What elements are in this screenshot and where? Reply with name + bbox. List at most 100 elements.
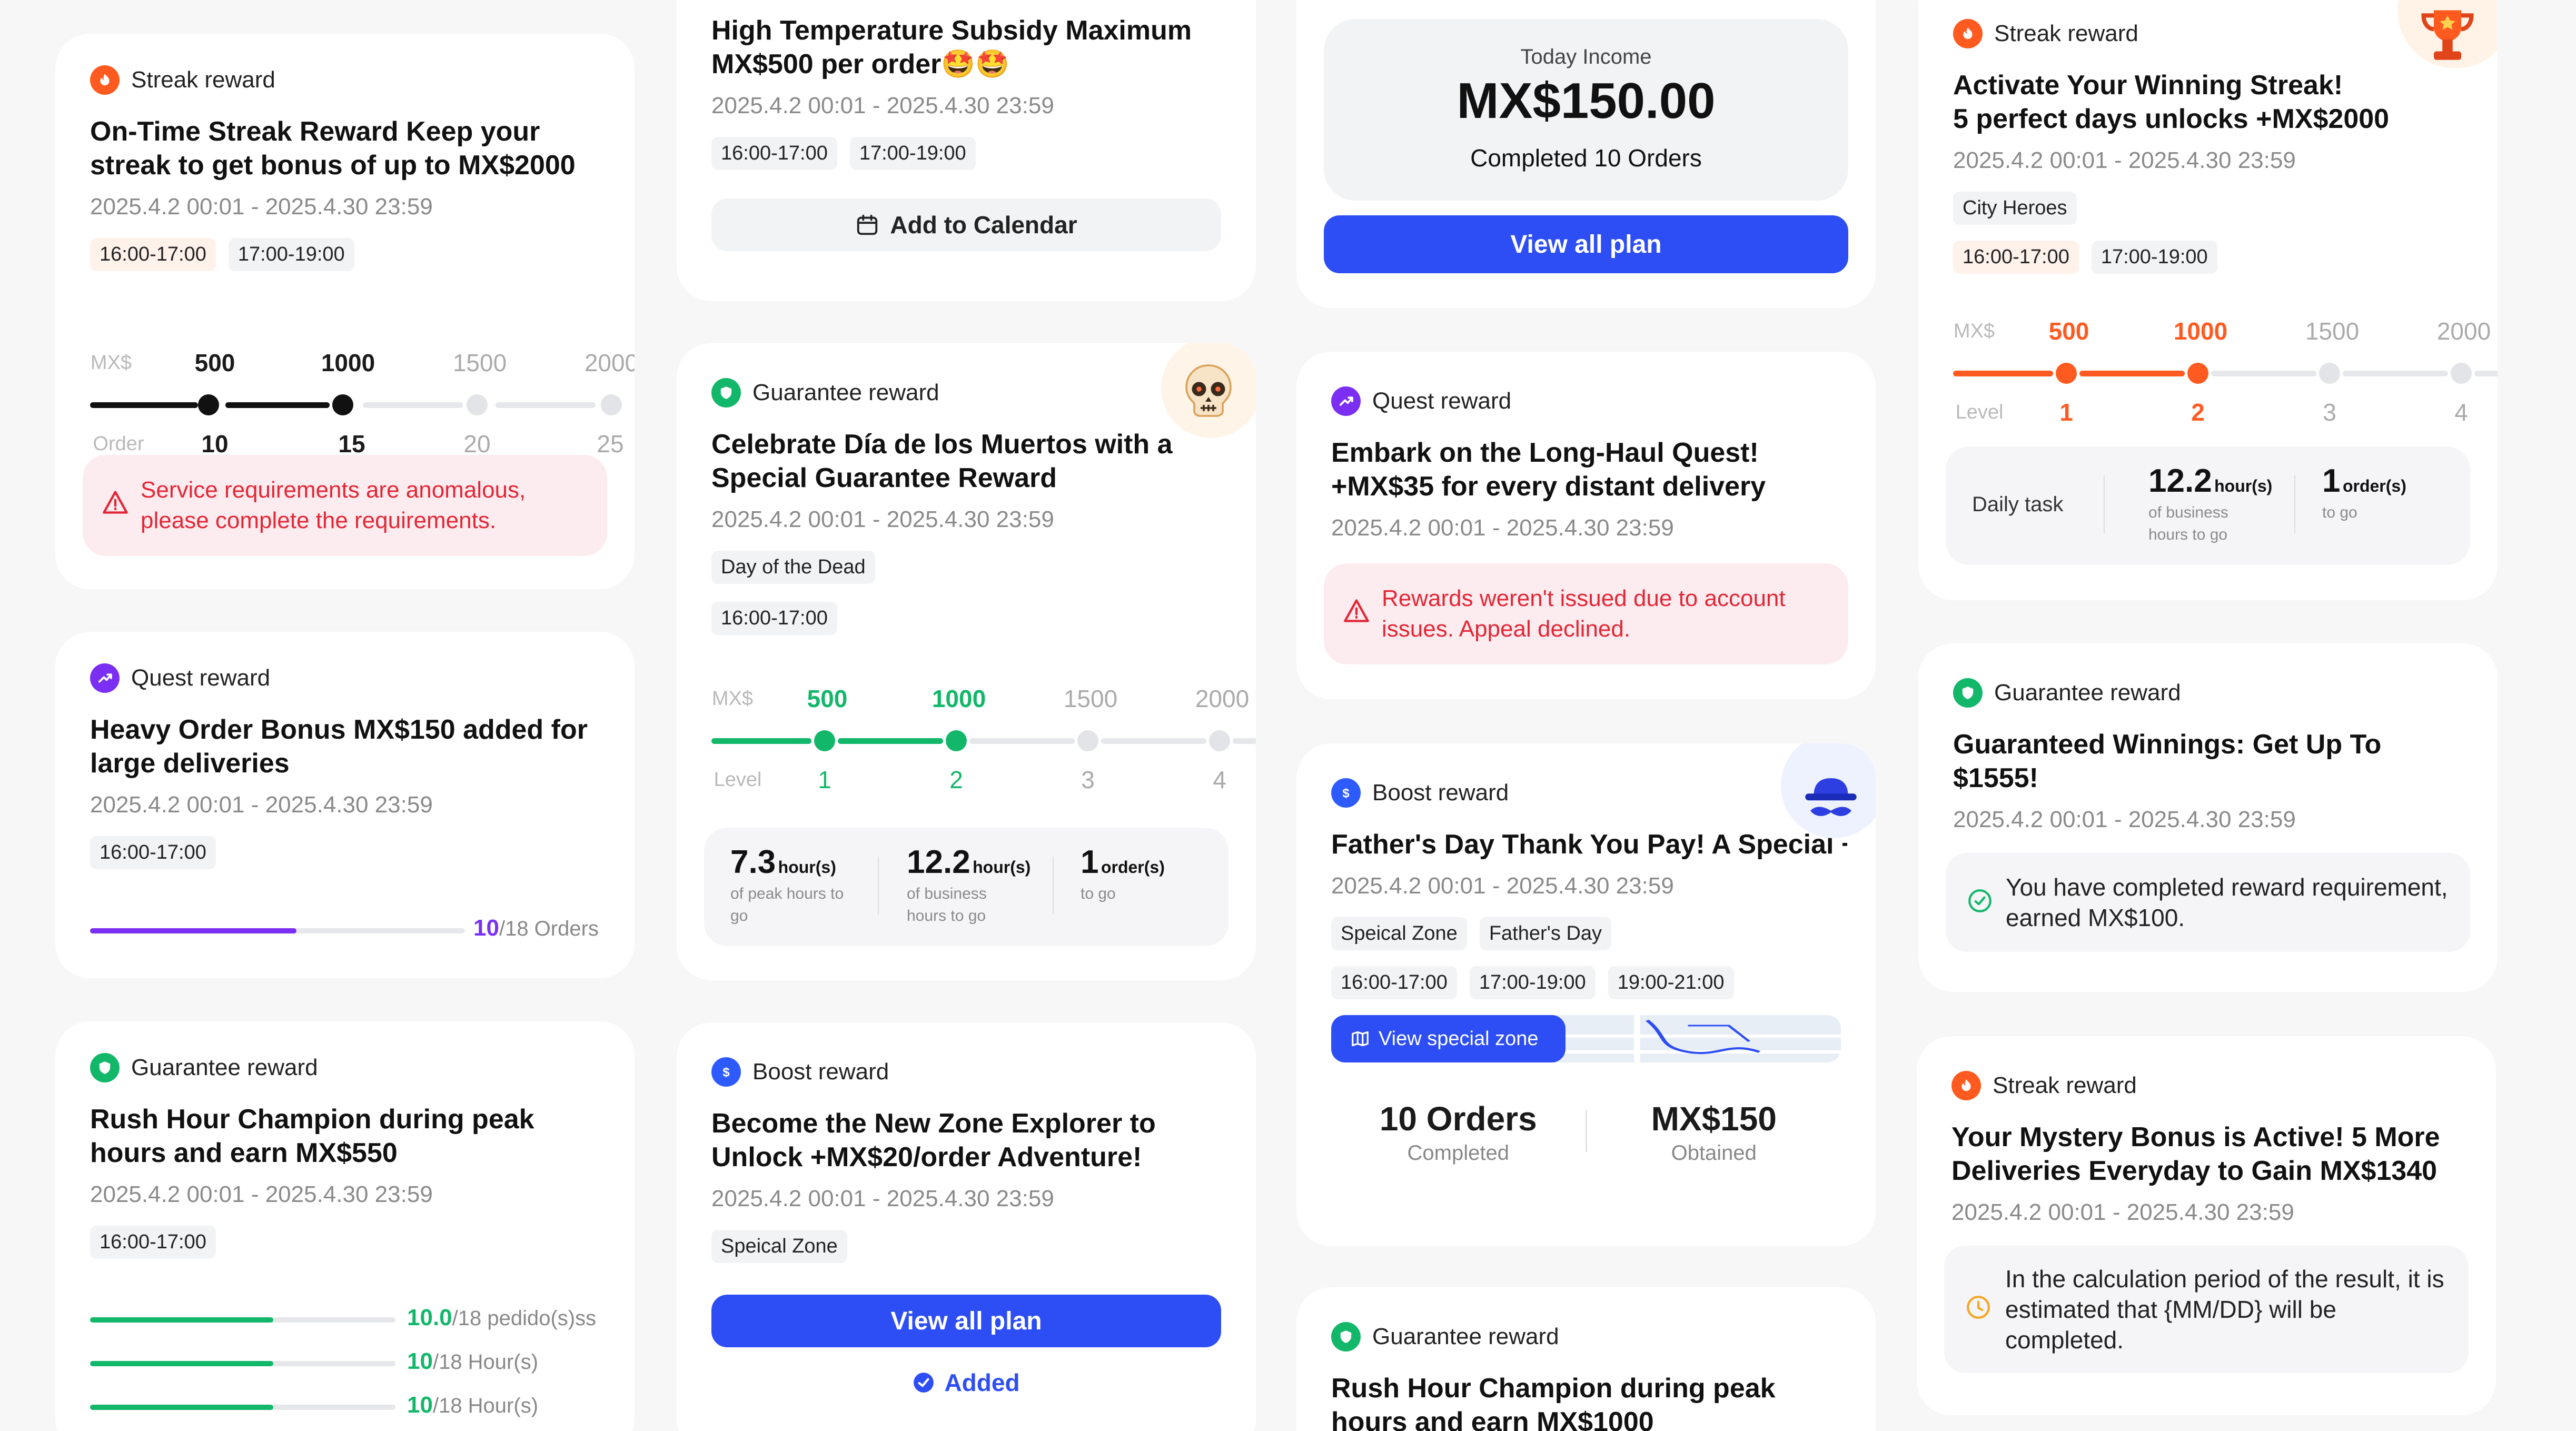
- stat-unit: hour(s): [778, 858, 836, 877]
- stat-block: 12.2 hour(s) of business hours to go: [907, 843, 1031, 927]
- stat-caption: of business hours to go: [907, 885, 987, 925]
- reward-title: Your Mystery Bonus is Active! 5 More Del…: [1951, 1122, 2440, 1186]
- divider: [2104, 475, 2105, 533]
- boost-reward-card[interactable]: $ Boost reward Father's Day Thank You Pa…: [1296, 743, 1876, 1246]
- streak-reward-card[interactable]: Streak reward Your Mystery Bonus is Acti…: [1917, 1036, 2496, 1415]
- progress-milestone: 1: [2059, 399, 2073, 426]
- view-special-zone-button[interactable]: View special zone: [1331, 1015, 1566, 1062]
- reward-tag-label: Guarantee reward: [1994, 680, 2181, 705]
- progress-milestone: 500: [2048, 317, 2089, 345]
- reward-tag: Guarantee reward: [711, 378, 1221, 408]
- progress-milestone: 2000: [584, 349, 635, 376]
- progress-milestone: 4: [2454, 399, 2468, 426]
- reward-tag: Guarantee reward: [1953, 678, 2463, 708]
- stat-number: MX$150: [1651, 1100, 1777, 1138]
- dollar-icon: $: [711, 1057, 741, 1087]
- stat-unit: order(s): [1101, 858, 1165, 877]
- stat-number: 10 Orders: [1379, 1100, 1537, 1138]
- reward-tag: $ Boost reward: [711, 1057, 1221, 1087]
- subsidy-card[interactable]: High Temperature Subsidy Maximum MX$500 …: [677, 0, 1256, 301]
- progress-segment: [2079, 371, 2185, 376]
- reward-date: 2025.4.2 00:01 - 2025.4.30 23:59: [1953, 807, 2296, 832]
- requirement-bar-fill: [90, 1405, 273, 1410]
- guarantee-reward-card[interactable]: Guarantee reward Guaranteed Winnings: Ge…: [1918, 643, 2498, 992]
- reward-date: 2025.4.2 00:01 - 2025.4.30 23:59: [711, 506, 1054, 532]
- clock-icon: [1967, 1296, 1990, 1319]
- progress-milestone: 15: [338, 430, 365, 458]
- progress-dot: [2319, 363, 2340, 384]
- guarantee-reward-card[interactable]: Guarantee reward Celebrate Día de los Mu…: [677, 343, 1256, 980]
- reward-date: 2025.4.2 00:01 - 2025.4.30 23:59: [711, 1186, 1054, 1211]
- guarantee-reward-card[interactable]: Guarantee reward Rush Hour Champion duri…: [55, 1021, 635, 1431]
- level-progress: MX$ 500 1000 1500 2000 Level 1 2 3 4: [711, 680, 1256, 801]
- progress-dot: [1209, 730, 1230, 751]
- reward-tag-label: Streak reward: [1994, 21, 2138, 46]
- stat-block: 1 order(s) to go: [1081, 843, 1165, 905]
- guarantee-reward-card[interactable]: Guarantee reward Rush Hour Champion duri…: [1296, 1287, 1876, 1431]
- reward-tag-label: Boost reward: [752, 1059, 889, 1085]
- estimate-note: In the calculation period of the result,…: [1944, 1246, 2469, 1373]
- progress-dot: [814, 730, 835, 751]
- time-chip: 19:00-21:00: [1608, 966, 1734, 999]
- streak-reward-card[interactable]: Streak reward On-Time Streak Reward Keep…: [55, 34, 635, 589]
- progress-dot: [467, 394, 488, 415]
- streak-progress: MX$ 500 1000 1500 2000 Order 10 15 20 25: [90, 344, 635, 465]
- quest-icon: [1331, 386, 1361, 416]
- streak-icon: [1953, 19, 1983, 48]
- stat-unit: hour(s): [2214, 476, 2273, 495]
- progress-milestone: 2: [2191, 399, 2205, 426]
- reward-tag-label: Guarantee reward: [1372, 1324, 1559, 1349]
- progress-segment: [225, 402, 330, 408]
- added-status[interactable]: Added: [711, 1368, 1221, 1397]
- progress-segment: [363, 402, 463, 408]
- time-chip: 17:00-19:00: [849, 137, 976, 170]
- progress-milestone: 500: [194, 349, 235, 376]
- progress-segment: [90, 402, 198, 408]
- quest-reward-card[interactable]: Quest reward Heavy Order Bonus MX$150 ad…: [55, 632, 635, 978]
- requirement-bar-fill: [90, 1317, 273, 1323]
- reward-tag-label: Guarantee reward: [752, 380, 939, 405]
- reward-title: Become the New Zone Explorer to Unlock +…: [711, 1108, 1156, 1172]
- reward-tag-label: Quest reward: [131, 665, 271, 691]
- zone-map-bar[interactable]: View special zone: [1331, 1015, 1841, 1062]
- reward-title: Rush Hour Champion during peak hours and…: [1331, 1373, 1776, 1431]
- stat-block: 1 order(s) to go: [2322, 462, 2406, 524]
- requirement-total: /18 Hour(s): [432, 1394, 539, 1417]
- progress-milestone: 1500: [452, 349, 507, 376]
- reward-date: 2025.4.2 00:01 - 2025.4.30 23:59: [711, 93, 1054, 118]
- reward-tag: Quest reward: [90, 663, 600, 693]
- divider: [1053, 857, 1054, 915]
- progress-milestone: 1500: [1063, 685, 1118, 712]
- progress-row-label: Level: [1955, 401, 2004, 423]
- requirement-value: 10.0: [407, 1305, 452, 1330]
- reward-tag-label: Boost reward: [1372, 780, 1509, 806]
- remaining-stats: 7.3 hour(s) of peak hours to go 12.2 hour…: [704, 828, 1228, 946]
- add-to-calendar-button[interactable]: Add to Calendar: [711, 198, 1221, 251]
- streak-icon: [90, 65, 120, 95]
- reward-title: Celebrate Día de los Muertos with a Spec…: [711, 429, 1173, 493]
- daily-task-label: Daily task: [1972, 493, 2064, 516]
- progress-milestone: 1500: [2305, 317, 2360, 345]
- order-progress-fill: [90, 928, 296, 933]
- progress-milestone: 4: [1213, 766, 1226, 793]
- shield-icon: [1331, 1322, 1361, 1352]
- time-chip: 16:00-17:00: [1953, 241, 2079, 274]
- divider: [2294, 475, 2295, 533]
- boost-reward-card[interactable]: $ Boost reward Become the New Zone Explo…: [677, 1022, 1256, 1431]
- quest-reward-card[interactable]: Quest reward Embark on the Long-Haul Que…: [1296, 352, 1876, 699]
- view-all-plan-button[interactable]: View all plan: [1324, 215, 1848, 273]
- progress-dot: [601, 394, 622, 415]
- skull-icon: [1185, 364, 1232, 417]
- time-chip: 16:00-17:00: [90, 1226, 216, 1259]
- level-progress: MX$ 500 1000 1500 2000 Level 1 2 3 4: [1953, 313, 2498, 434]
- progress-milestone: 1000: [321, 349, 375, 376]
- progress-milestone: 10: [201, 430, 229, 458]
- stat-caption: of business hours to go: [2148, 504, 2228, 543]
- divider: [878, 857, 879, 915]
- daily-task-stats: Daily task 12.2 hour(s) of business hours…: [1946, 446, 2470, 565]
- view-all-plan-button[interactable]: View all plan: [711, 1295, 1221, 1347]
- income-summary: Today Income MX$150.00 Completed 10 Orde…: [1324, 19, 1848, 201]
- reward-title: Rush Hour Champion during peak hours and…: [90, 1104, 534, 1168]
- streak-reward-card[interactable]: Streak reward Activate Your Winning Stre…: [1918, 0, 2498, 600]
- reward-date: 2025.4.2 00:01 - 2025.4.30 23:59: [1951, 1199, 2294, 1225]
